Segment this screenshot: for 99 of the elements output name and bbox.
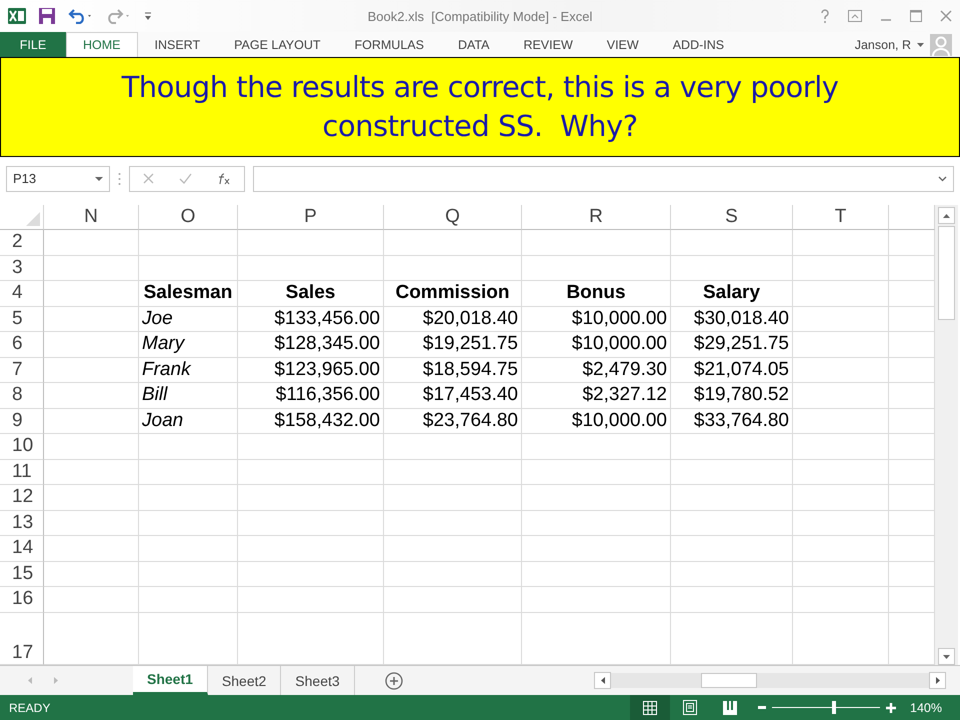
scroll-left-icon[interactable] <box>600 677 604 684</box>
row-header[interactable]: 12 <box>0 485 44 510</box>
table-cell: $128,345.00 <box>238 332 384 358</box>
ribbon-tab[interactable]: FILE <box>0 32 66 57</box>
scroll-up-icon[interactable] <box>943 214 950 218</box>
ribbon-display-icon[interactable] <box>848 10 862 22</box>
table-cell: Mary <box>139 332 238 358</box>
formula-field[interactable] <box>253 166 954 192</box>
name-box[interactable]: P13 <box>6 166 110 192</box>
page-icon <box>683 700 698 715</box>
table-cell: Bonus <box>522 281 671 306</box>
row-header[interactable]: 4 <box>0 281 44 306</box>
table-cell: $10,000.00 <box>522 408 671 434</box>
help-icon[interactable] <box>820 9 830 23</box>
undo-icon[interactable] <box>68 8 94 24</box>
row-header[interactable]: 11 <box>0 460 44 485</box>
ribbon-tab[interactable]: FORMULAS <box>338 32 441 57</box>
row-header[interactable]: 8 <box>0 383 44 408</box>
row-header[interactable]: 15 <box>0 562 44 587</box>
add-sheet-icon[interactable] <box>384 672 403 690</box>
check-icon[interactable] <box>178 173 192 184</box>
row-header[interactable]: 5 <box>0 306 44 332</box>
table-cell: $18,594.75 <box>384 358 522 383</box>
ribbon-tab[interactable]: HOME <box>66 32 138 57</box>
table-cell: $19,251.75 <box>384 332 522 358</box>
row-header[interactable]: 13 <box>0 510 44 536</box>
banner-text: Though the results are correct, this is a very poorly constructed SS. Why? <box>120 68 840 145</box>
column-header[interactable]: Q <box>384 205 522 230</box>
zoom-slider-thumb[interactable] <box>832 701 836 714</box>
table-cell: Commission <box>384 281 522 306</box>
scroll-thumb[interactable] <box>701 673 757 688</box>
ribbon-tab[interactable]: DATA <box>440 32 506 57</box>
zoom-level[interactable]: 140% <box>910 700 942 714</box>
column-header[interactable]: O <box>139 205 238 230</box>
horizontal-scrollbar[interactable] <box>594 672 946 689</box>
page-break-icon <box>723 700 738 714</box>
minus-icon[interactable] <box>758 706 766 709</box>
ribbon-tab[interactable]: VIEW <box>590 32 656 57</box>
scroll-down-icon[interactable] <box>943 654 950 658</box>
table-cell: Bill <box>139 383 238 408</box>
column-header[interactable]: N <box>44 205 139 230</box>
row-header[interactable]: 7 <box>0 358 44 383</box>
vertical-scrollbar[interactable] <box>935 205 958 665</box>
table-cell: $21,074.05 <box>671 358 793 383</box>
table-cell: $10,000.00 <box>522 306 671 332</box>
scroll-right-icon[interactable] <box>936 677 940 684</box>
grid-icon <box>643 700 658 714</box>
table-cell: Sales <box>238 281 384 306</box>
plus-icon[interactable] <box>886 702 896 712</box>
ribbon-tab[interactable]: ADD-INS <box>656 32 742 57</box>
grip-icon <box>118 172 121 186</box>
function-icon[interactable] <box>217 172 232 184</box>
table-cell: $2,479.30 <box>522 358 671 383</box>
caret-icon[interactable] <box>95 176 103 180</box>
table-cell: $10,000.00 <box>522 332 671 358</box>
user-name[interactable]: Janson, R <box>854 38 911 52</box>
row-header[interactable]: 6 <box>0 332 44 358</box>
scroll-thumb[interactable] <box>938 226 955 320</box>
sheet-tab[interactable]: Sheet1 <box>133 666 208 695</box>
table-cell: Joe <box>139 306 238 332</box>
column-header[interactable]: T <box>793 205 889 230</box>
ribbon-tab[interactable]: REVIEW <box>506 32 590 57</box>
table-cell: Salesman <box>139 281 238 306</box>
table-cell: $20,018.40 <box>384 306 522 332</box>
row-header[interactable]: 16 <box>0 587 44 612</box>
status-text: READY <box>8 700 50 714</box>
table-cell: $19,780.52 <box>671 383 793 408</box>
column-header[interactable]: R <box>522 205 671 230</box>
column-header[interactable]: P <box>238 205 384 230</box>
chevron-icon[interactable] <box>938 176 947 182</box>
table-cell: $158,432.00 <box>238 408 384 434</box>
table-cell: $23,764.80 <box>384 408 522 434</box>
view-button[interactable] <box>630 695 670 720</box>
table-cell: $29,251.75 <box>671 332 793 358</box>
caret-icon[interactable] <box>917 42 924 46</box>
ribbon-tab[interactable]: INSERT <box>138 32 218 57</box>
ribbon-tab[interactable]: PAGE LAYOUT <box>217 32 338 57</box>
table-cell: Salary <box>671 281 793 306</box>
table-cell: $30,018.40 <box>671 306 793 332</box>
table-cell: $116,356.00 <box>238 383 384 408</box>
table-cell: Joan <box>139 408 238 434</box>
table-cell: $33,764.80 <box>671 408 793 434</box>
table-cell: $2,327.12 <box>522 383 671 408</box>
column-header[interactable]: S <box>671 205 793 230</box>
table-cell: Frank <box>139 358 238 383</box>
spreadsheet-logo-icon[interactable] <box>8 8 26 24</box>
row-header[interactable]: 3 <box>0 256 44 281</box>
close-icon[interactable] <box>940 10 952 22</box>
window-title: Book2.xls [Compatibility Mode] - Excel <box>368 9 592 24</box>
row-header[interactable]: 14 <box>0 536 44 562</box>
maximize-icon[interactable] <box>910 10 922 22</box>
save-icon[interactable] <box>38 7 56 25</box>
row-header[interactable]: 10 <box>0 434 44 460</box>
table-cell: $123,965.00 <box>238 358 384 383</box>
table-cell: $133,456.00 <box>238 306 384 332</box>
row-header[interactable]: 2 <box>0 230 44 256</box>
table-cell: $17,453.40 <box>384 383 522 408</box>
row-header[interactable]: 9 <box>0 408 44 434</box>
customize-icon[interactable] <box>144 11 152 21</box>
